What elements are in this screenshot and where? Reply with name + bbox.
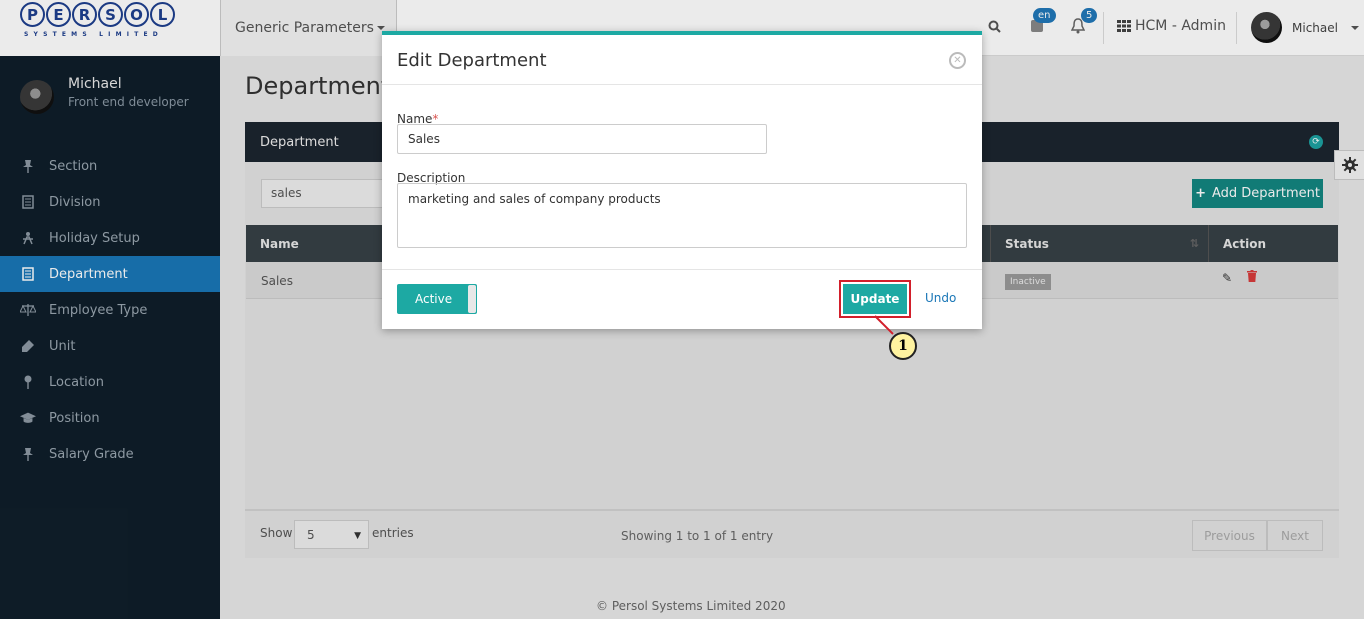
toggle-knob [468,285,476,313]
callout-number: 1 [898,338,908,354]
description-field-value: marketing and sales of company products [408,192,661,206]
toggle-label: Active [415,292,453,306]
divider [382,269,982,270]
edit-department-modal: Edit Department ✕ Name* Sales Descriptio… [382,31,982,329]
update-label: Update [850,292,900,306]
description-field[interactable]: marketing and sales of company products [397,183,967,248]
update-button[interactable]: Update [843,284,907,314]
close-icon[interactable]: ✕ [949,52,966,69]
callout-marker: 1 [889,332,917,360]
name-field-value: Sales [408,132,440,146]
undo-link[interactable]: Undo [925,291,956,305]
name-field[interactable]: Sales [397,124,767,154]
modal-title: Edit Department [397,50,547,71]
divider [382,84,982,85]
active-toggle[interactable]: Active [397,284,477,314]
